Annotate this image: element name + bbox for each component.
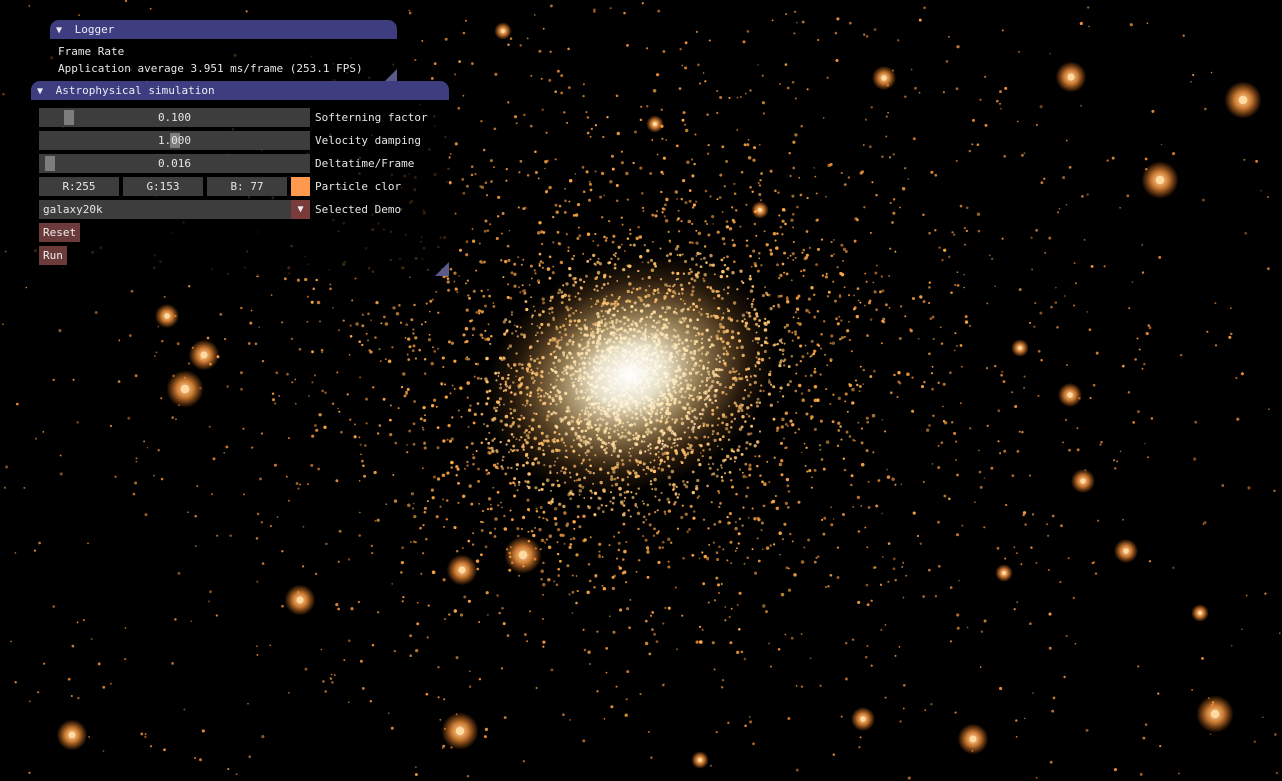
logger-title: Logger (74, 23, 115, 36)
chevron-down-icon[interactable]: ▼ (291, 200, 310, 219)
simulation-window[interactable]: ▼ Astrophysical simulation 0.100 Softern… (31, 81, 449, 276)
color-red-field[interactable]: R:255 (39, 177, 119, 196)
galaxy-core (484, 254, 776, 496)
simulation-title-bar[interactable]: ▼ Astrophysical simulation (31, 81, 449, 100)
particle-color-label: Particle clor (315, 180, 402, 193)
softening-label: Softerning factor (315, 111, 428, 124)
frame-rate-readout: Application average 3.951 ms/frame (253.… (58, 62, 363, 75)
logger-window[interactable]: ▼ Logger Frame Rate Application average … (50, 20, 397, 83)
damping-slider[interactable]: 1.000 (39, 131, 310, 150)
demo-select-value: galaxy20k (43, 203, 103, 216)
damping-label: Velocity damping (315, 134, 421, 147)
collapse-arrow-icon[interactable]: ▼ (56, 21, 68, 40)
collapse-arrow-icon[interactable]: ▼ (37, 82, 49, 101)
deltatime-slider[interactable]: 0.016 (39, 154, 310, 173)
deltatime-value: 0.016 (157, 157, 192, 170)
logger-title-bar[interactable]: ▼ Logger (50, 20, 397, 39)
color-swatch[interactable] (291, 177, 310, 196)
deltatime-slider-grab[interactable] (45, 156, 55, 171)
demo-label: Selected Demo (315, 203, 402, 216)
softening-slider-grab[interactable] (64, 110, 74, 125)
reset-button[interactable]: Reset (39, 223, 81, 242)
frame-rate-heading: Frame Rate (58, 45, 125, 58)
softening-slider[interactable]: 0.100 (39, 108, 310, 127)
simulation-title: Astrophysical simulation (55, 84, 215, 97)
color-green-field[interactable]: G:153 (123, 177, 203, 196)
softening-value: 0.100 (157, 111, 192, 124)
simulation-body: 0.100 Softerning factor 1.000 Velocity d… (31, 100, 449, 276)
deltatime-label: Deltatime/Frame (315, 157, 415, 170)
logger-body: Frame Rate Application average 3.951 ms/… (50, 39, 397, 83)
run-button[interactable]: Run (39, 246, 67, 265)
simulation-resize-grip[interactable] (435, 262, 449, 276)
damping-value: 1.000 (157, 134, 192, 147)
demo-select[interactable]: galaxy20k ▼ (39, 200, 310, 219)
color-blue-field[interactable]: B: 77 (207, 177, 287, 196)
